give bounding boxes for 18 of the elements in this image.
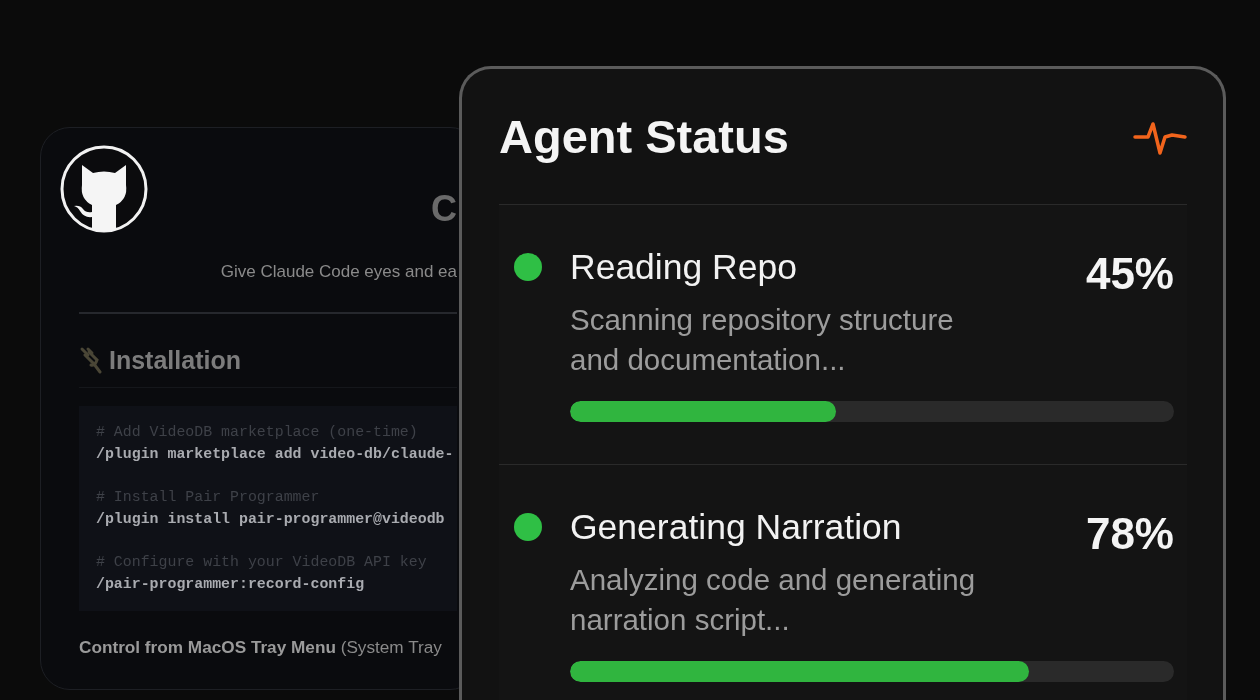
document-subtitle: Give Claude Code eyes and ea bbox=[220, 262, 457, 282]
status-dot-icon bbox=[514, 253, 542, 281]
task-description: Analyzing code and generating narration script... bbox=[570, 562, 977, 638]
section-heading: Installation bbox=[109, 345, 241, 375]
task-percent: 45% bbox=[1085, 250, 1174, 298]
code-command: /pair-programmer:record-config bbox=[96, 574, 366, 594]
plug-icon bbox=[79, 346, 103, 374]
task-description: Scanning repository structure and documentation... bbox=[570, 302, 955, 378]
code-command: /plugin marketplace add video-db/claude- bbox=[96, 444, 455, 464]
task-name: Generating Narration bbox=[570, 507, 902, 547]
task-name: Reading Repo bbox=[570, 247, 797, 287]
footer-text: Control from MacOS Tray Menu (System Tray bbox=[79, 636, 443, 658]
code-command: /plugin install pair-programmer@videodb bbox=[96, 509, 446, 529]
cat-logo-icon bbox=[60, 145, 148, 233]
status-dot-icon bbox=[514, 513, 542, 541]
task-percent: 78% bbox=[1085, 510, 1174, 558]
document-title: C bbox=[431, 189, 457, 229]
panel-title: Agent Status bbox=[499, 113, 789, 161]
